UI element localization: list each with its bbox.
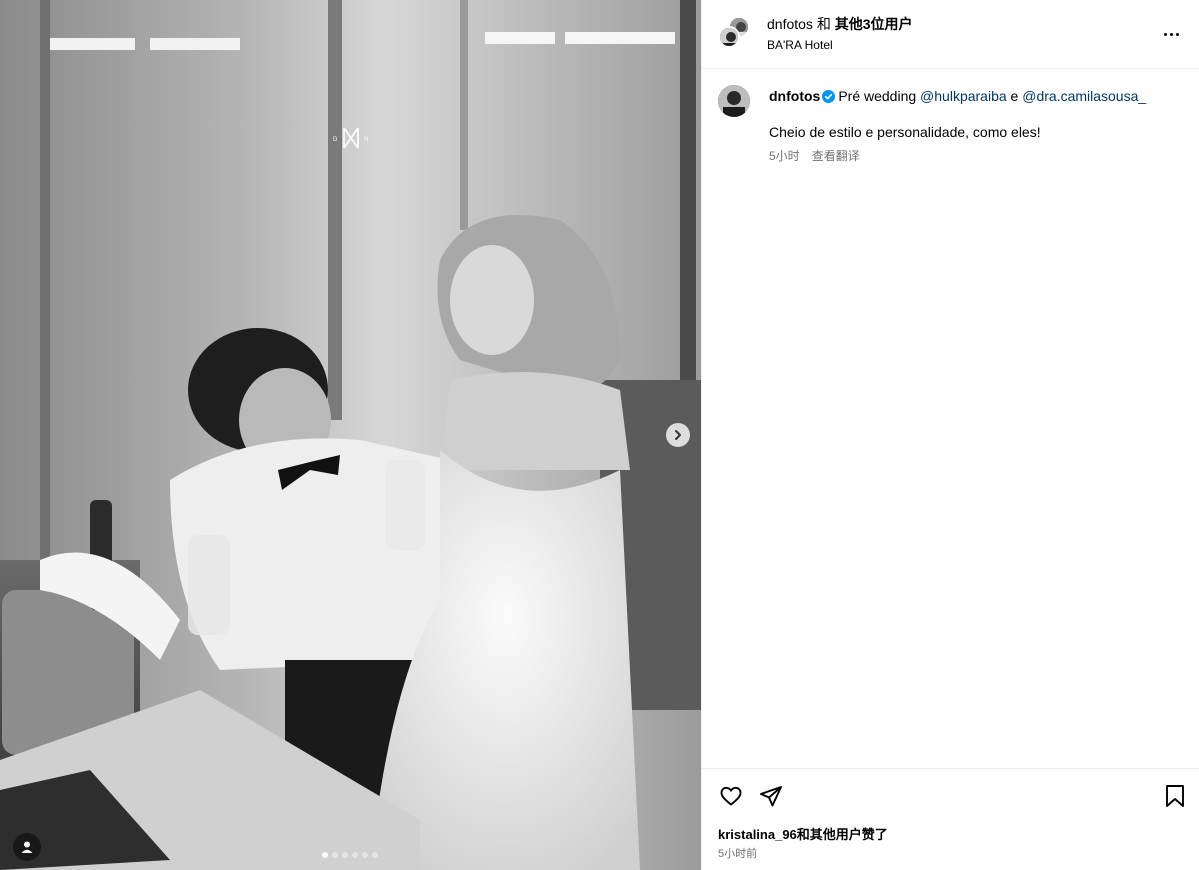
post-footer: kristalina_96和其他用户赞了 5小时前 bbox=[702, 768, 1199, 870]
caption-time[interactable]: 5小时 bbox=[769, 147, 800, 165]
svg-text:N: N bbox=[364, 137, 368, 143]
user-icon bbox=[21, 841, 33, 853]
and-text: 和 bbox=[812, 16, 835, 32]
header-text: dnfotos 和 其他3位用户 BA'RA Hotel bbox=[767, 15, 913, 53]
collaborators-link[interactable]: 其他3位用户 bbox=[835, 16, 913, 32]
caption-username[interactable]: dnfotos bbox=[769, 88, 820, 104]
caption-lead: Pré wedding bbox=[838, 88, 921, 104]
svg-text:D: D bbox=[333, 137, 338, 143]
watermark-logo: D N bbox=[333, 127, 368, 149]
paper-plane-icon bbox=[760, 786, 782, 807]
post-dialog: D N dnfotos 和 其他3位用户 BA'RA Hotel dnfotos… bbox=[0, 0, 1199, 870]
like-button[interactable] bbox=[718, 783, 744, 809]
chevron-right-icon bbox=[675, 430, 681, 440]
post-side-panel: dnfotos 和 其他3位用户 BA'RA Hotel dnfotos Pré … bbox=[701, 0, 1199, 870]
collab-avatars[interactable] bbox=[718, 16, 752, 50]
next-slide-button[interactable] bbox=[666, 423, 690, 447]
action-bar bbox=[718, 783, 784, 809]
carousel-indicators bbox=[322, 852, 378, 858]
avatar bbox=[718, 26, 740, 48]
location-link[interactable]: BA'RA Hotel bbox=[767, 37, 913, 53]
avatar[interactable] bbox=[718, 85, 750, 117]
heart-icon bbox=[720, 786, 742, 806]
tagged-users-button[interactable] bbox=[13, 833, 41, 861]
caption-body: dnfotos Pré wedding @hulkparaiba e @dra.c… bbox=[769, 87, 1189, 165]
header-title: dnfotos 和 其他3位用户 bbox=[767, 15, 913, 33]
post-header: dnfotos 和 其他3位用户 BA'RA Hotel bbox=[702, 0, 1199, 69]
mention-link[interactable]: @dra.camilasousa_ bbox=[1022, 88, 1146, 104]
share-button[interactable] bbox=[758, 783, 784, 809]
verified-badge-icon bbox=[822, 90, 836, 103]
caption-meta: 5小时 查看翻译 bbox=[769, 147, 1189, 165]
more-options-button[interactable] bbox=[1161, 26, 1181, 42]
post-timestamp: 5小时前 bbox=[718, 848, 758, 860]
carousel-dot bbox=[342, 852, 348, 858]
post-media: D N bbox=[0, 0, 701, 870]
carousel-dot bbox=[332, 852, 338, 858]
more-horizontal-icon bbox=[1163, 32, 1167, 36]
carousel-dot bbox=[352, 852, 358, 858]
bookmark-icon bbox=[1166, 785, 1184, 807]
author-username[interactable]: dnfotos bbox=[767, 16, 813, 32]
save-button[interactable] bbox=[1162, 783, 1188, 809]
carousel-dot bbox=[372, 852, 378, 858]
likes-summary[interactable]: kristalina_96和其他用户赞了 bbox=[718, 824, 888, 843]
carousel-dot bbox=[362, 852, 368, 858]
carousel-dot bbox=[322, 852, 328, 858]
mention-link[interactable]: @hulkparaiba bbox=[920, 88, 1007, 104]
caption-line2: Cheio de estilo e personalidade, como el… bbox=[769, 124, 1041, 140]
caption-line1: dnfotos Pré wedding @hulkparaiba e @dra.c… bbox=[769, 87, 1189, 105]
caption-joiner: e bbox=[1006, 88, 1023, 104]
translate-button[interactable]: 查看翻译 bbox=[812, 147, 860, 165]
